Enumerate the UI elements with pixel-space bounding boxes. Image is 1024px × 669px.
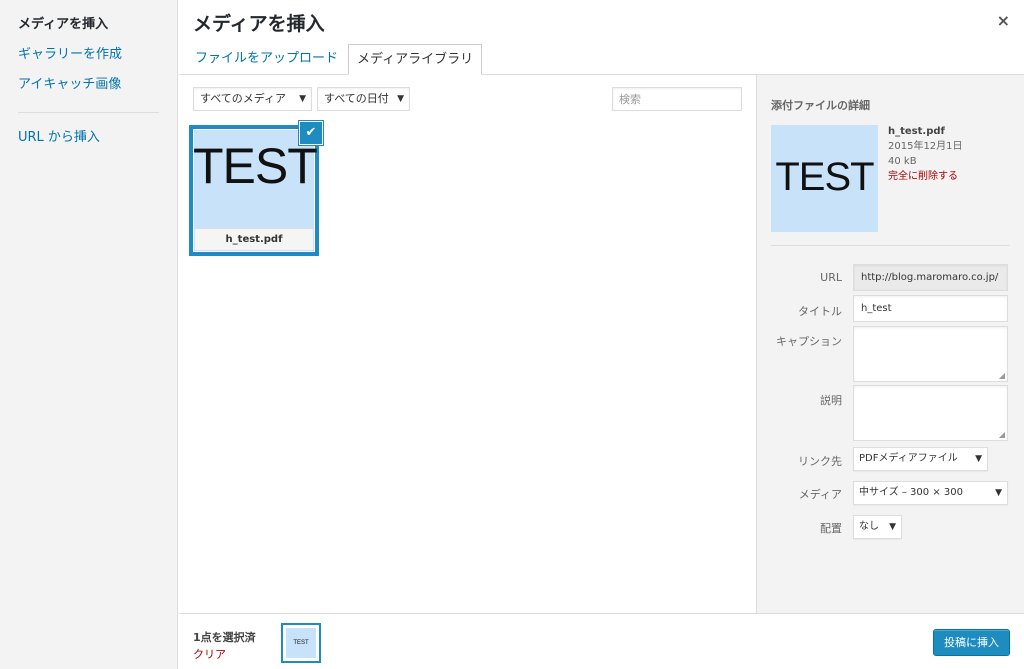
sidebar-item-insert-media[interactable]: メディアを挿入	[0, 10, 177, 40]
link-to-select[interactable]: PDFメディアファイル ▼	[853, 447, 988, 471]
sidebar-item-featured-image[interactable]: アイキャッチ画像	[0, 70, 177, 100]
chevron-down-icon: ▼	[995, 488, 1002, 498]
media-tabs: ファイルをアップロード メディアライブラリ	[187, 44, 484, 75]
media-type-filter[interactable]: すべてのメディア ▼	[193, 87, 312, 111]
chevron-down-icon: ▼	[889, 522, 896, 532]
media-type-filter-value: すべてのメディア	[200, 92, 287, 105]
date-filter[interactable]: すべての日付 ▼	[317, 87, 410, 111]
sidebar-item-create-gallery[interactable]: ギャラリーを作成	[0, 40, 177, 70]
insert-into-post-button[interactable]: 投稿に挿入	[933, 629, 1010, 656]
caption-label: キャプション	[776, 335, 842, 348]
tab-upload-files[interactable]: ファイルをアップロード	[187, 44, 346, 75]
alignment-value: なし	[859, 521, 879, 532]
alignment-label: 配置	[820, 522, 842, 535]
details-size: 40 kB	[888, 156, 917, 167]
sidebar-divider	[18, 112, 159, 113]
sidebar-item-insert-from-url[interactable]: URL から挿入	[0, 123, 177, 153]
attachments-browser: すべてのメディア ▼ すべての日付 ▼ TEST h_test.pdf ✔	[179, 75, 756, 613]
tab-media-library[interactable]: メディアライブラリ	[348, 44, 483, 75]
media-size-select[interactable]: 中サイズ – 300 × 300 ▼	[853, 481, 1008, 505]
link-to-label: リンク先	[798, 455, 842, 468]
url-field[interactable]: http://blog.maromaro.co.jp/	[853, 264, 1008, 291]
delete-permanently-link[interactable]: 完全に削除する	[888, 169, 963, 184]
media-size-label: メディア	[798, 488, 842, 501]
chevron-down-icon: ▼	[299, 94, 306, 104]
media-size-value: 中サイズ – 300 × 300	[859, 487, 963, 498]
title-field[interactable]: h_test	[853, 295, 1008, 322]
media-toolbar: 1点を選択済 クリア TEST 投稿に挿入	[179, 613, 1024, 669]
details-heading: 添付ファイルの詳細	[771, 99, 870, 112]
selected-thumbnail-text: TEST	[286, 628, 316, 658]
chevron-down-icon: ▼	[975, 454, 982, 464]
url-label: URL	[820, 271, 842, 284]
attachment-details: 添付ファイルの詳細 TEST h_test.pdf 2015年12月1日 40 …	[756, 75, 1024, 613]
checkmark-icon[interactable]: ✔	[299, 121, 323, 145]
details-date: 2015年12月1日	[888, 141, 963, 152]
page-title: メディアを挿入	[193, 13, 325, 35]
details-meta: h_test.pdf 2015年12月1日 40 kB 完全に削除する	[888, 124, 963, 184]
media-sidebar: メディアを挿入 ギャラリーを作成 アイキャッチ画像 URL から挿入	[0, 0, 178, 669]
selected-attachment-thumbnail[interactable]: TEST	[281, 623, 321, 663]
media-frame: メディアを挿入 × ファイルをアップロード メディアライブラリ すべてのメディア…	[179, 0, 1024, 669]
details-divider	[771, 245, 1010, 246]
resize-handle-icon[interactable]: ◢	[999, 371, 1005, 380]
resize-handle-icon[interactable]: ◢	[999, 430, 1005, 439]
close-icon[interactable]: ×	[997, 11, 1010, 31]
search-input[interactable]	[612, 87, 742, 111]
filter-toolbar: すべてのメディア ▼ すべての日付 ▼	[193, 87, 742, 111]
selection-count: 1点を選択済	[193, 631, 256, 644]
clear-selection-link[interactable]: クリア	[193, 646, 226, 662]
attachment-tile[interactable]: TEST h_test.pdf ✔	[189, 121, 323, 256]
date-filter-value: すべての日付	[324, 92, 389, 105]
description-label: 説明	[820, 394, 842, 407]
details-filename: h_test.pdf	[888, 126, 945, 137]
details-thumbnail: TEST	[771, 125, 878, 232]
attachment-preview-text: TEST	[193, 138, 318, 194]
description-field[interactable]: ◢	[853, 385, 1008, 441]
attachment-filename: h_test.pdf	[195, 228, 313, 250]
alignment-select[interactable]: なし ▼	[853, 515, 902, 539]
link-to-value: PDFメディアファイル	[859, 453, 958, 464]
chevron-down-icon: ▼	[397, 94, 404, 104]
caption-field[interactable]: ◢	[853, 326, 1008, 382]
details-preview-text: TEST	[775, 155, 874, 199]
title-label: タイトル	[798, 305, 842, 318]
